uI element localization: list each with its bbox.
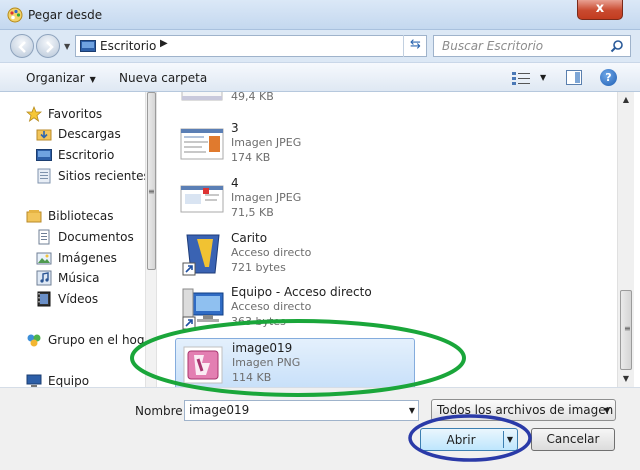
refresh-button[interactable]: ⇆ <box>403 35 427 57</box>
chevron-right-icon[interactable]: ▶ <box>160 38 168 49</box>
forward-button[interactable] <box>36 34 60 58</box>
new-folder-button[interactable]: Nueva carpeta <box>119 71 207 85</box>
scroll-up-button[interactable]: ▲ <box>618 92 634 108</box>
recent-pages-dropdown[interactable]: ▼ <box>64 42 70 51</box>
file-item[interactable]: Carito Acceso directo 721 bytes <box>175 229 415 280</box>
open-button-label: Abrir <box>446 433 476 447</box>
file-item[interactable]: 4 Imagen JPEG 71,5 KB <box>175 174 415 225</box>
close-button[interactable]: x <box>577 0 623 20</box>
chevron-down-icon: ▼ <box>603 406 610 415</box>
chevron-down-icon[interactable]: ▼ <box>409 406 415 415</box>
file-list-scrollbar[interactable]: ▲ ≡ ▼ <box>617 92 634 387</box>
arrow-left-icon <box>18 41 26 53</box>
computer-shortcut-icon <box>182 288 224 330</box>
address-row: ▼ Escritorio ▶ ⇆ Buscar Escritorio <box>0 30 640 62</box>
filename-input[interactable]: image019 ▼ <box>184 400 419 421</box>
music-icon <box>36 270 52 286</box>
back-button[interactable] <box>10 34 34 58</box>
views-dropdown[interactable]: ▼ <box>540 73 546 82</box>
recent-places-icon <box>37 168 51 184</box>
image-thumbnail-icon <box>181 92 223 101</box>
computer-icon <box>26 374 42 387</box>
star-icon <box>26 106 42 122</box>
search-placeholder: Buscar Escritorio <box>442 39 544 53</box>
downloads-folder-icon <box>36 129 52 141</box>
filename-value[interactable]: image019 <box>189 403 249 417</box>
filename-label: Nombre: <box>135 404 187 418</box>
documents-icon <box>38 229 50 245</box>
grip-icon: ≡ <box>148 187 155 196</box>
file-item-selected[interactable]: image019 Imagen PNG 114 KB <box>175 338 415 387</box>
search-input[interactable]: Buscar Escritorio <box>433 35 631 57</box>
address-location[interactable]: Escritorio <box>100 39 156 53</box>
file-type-value: Todos los archivos de imagen <box>437 403 614 417</box>
file-item[interactable]: Equipo - Acceso directo Acceso directo 3… <box>175 283 415 334</box>
grip-icon: ≡ <box>624 324 631 333</box>
png-image-icon <box>183 346 223 384</box>
desktop-icon <box>80 40 96 52</box>
jpeg-thumbnail-icon <box>180 128 224 160</box>
file-item[interactable]: 49,4 KB <box>175 92 415 109</box>
address-bar[interactable]: Escritorio ▶ <box>75 35 427 57</box>
window-title: Pegar desde <box>28 8 103 22</box>
jpeg-thumbnail-icon <box>180 185 224 213</box>
open-button[interactable]: Abrir ▼ <box>420 428 518 451</box>
open-options-dropdown[interactable]: ▼ <box>503 431 516 448</box>
help-button[interactable]: ? <box>600 69 617 86</box>
file-type-select[interactable]: Todos los archivos de imagen ▼ <box>431 399 616 421</box>
file-item[interactable]: 3 Imagen JPEG 174 KB <box>175 119 415 170</box>
search-icon <box>610 40 623 53</box>
chevron-down-icon: ▼ <box>89 75 96 84</box>
file-list-scroll-thumb[interactable]: ≡ <box>620 290 632 370</box>
command-bar: Organizar ▼ Nueva carpeta ▼ ? <box>0 62 640 92</box>
desktop-icon <box>36 149 52 161</box>
cancel-button[interactable]: Cancelar <box>531 428 615 451</box>
organize-menu[interactable]: Organizar ▼ <box>26 71 96 85</box>
arrow-right-icon <box>46 41 54 53</box>
pictures-icon <box>36 252 52 265</box>
homegroup-icon <box>27 334 41 347</box>
navigation-pane: Favoritos Descargas Escritorio Sitios re… <box>0 92 145 387</box>
views-icon[interactable] <box>512 71 532 85</box>
nav-pane-scrollbar[interactable]: ≡ <box>145 92 157 387</box>
shortcut-folder-icon <box>182 234 220 276</box>
file-list: 49,4 KB 3 Imagen JPEG 174 KB 4 Imagen JP… <box>157 92 617 387</box>
libraries-icon <box>26 210 42 223</box>
title-bar: Pegar desde x <box>0 0 640 30</box>
nav-pane-scroll-thumb[interactable] <box>147 92 156 270</box>
paint-app-icon <box>7 7 23 23</box>
videos-icon <box>37 291 51 307</box>
preview-pane-button[interactable] <box>566 70 582 85</box>
scroll-down-button[interactable]: ▼ <box>618 371 634 387</box>
dialog-footer: Nombre: image019 ▼ Todos los archivos de… <box>0 387 640 470</box>
